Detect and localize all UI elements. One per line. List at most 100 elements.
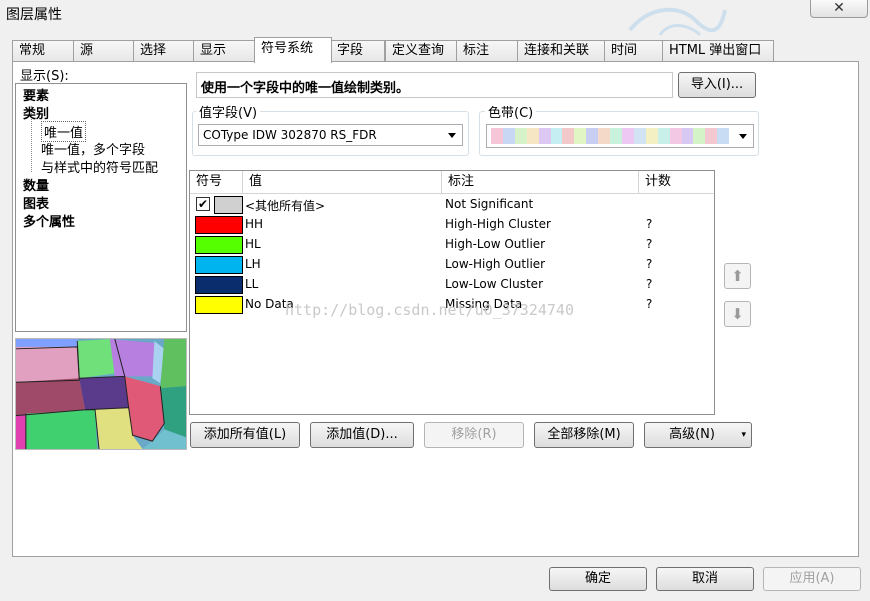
- tab-symbology[interactable]: 符号系统: [254, 37, 332, 63]
- color-ramp-segment: [502, 128, 515, 144]
- renderer-description: 使用一个字段中的唯一值绘制类别。: [196, 72, 673, 98]
- remove-all-button[interactable]: 全部移除(M): [534, 422, 634, 448]
- ok-button[interactable]: 确定: [549, 567, 647, 591]
- color-ramp-segment: [621, 128, 634, 144]
- apply-button[interactable]: 应用(A): [763, 567, 861, 591]
- color-ramp-segment: [705, 128, 718, 144]
- tree-item-unique-values-many-fields[interactable]: 唯一值，多个字段: [41, 139, 145, 158]
- value-field-select[interactable]: COType IDW 302870 RS_FDR: [198, 124, 463, 146]
- color-ramp-segment: [717, 128, 730, 144]
- close-icon: ✕: [833, 0, 845, 16]
- chevron-down-icon: [448, 133, 456, 138]
- value-cell: <其他所有值>: [245, 199, 326, 213]
- header-symbol[interactable]: 符号: [190, 171, 243, 194]
- symbology-preview-image: [15, 338, 187, 450]
- show-label: 显示(S):: [20, 69, 69, 84]
- table-row[interactable]: HH High-High Cluster?: [190, 215, 714, 235]
- tree-item-features[interactable]: 要素: [23, 85, 49, 104]
- value-cell: LL: [245, 277, 259, 291]
- label-cell[interactable]: High-Low Outlier: [445, 237, 545, 251]
- dropdown-arrow-icon: ▾: [741, 430, 746, 440]
- color-ramp-segment: [550, 128, 563, 144]
- color-ramp-label: 色带(C): [485, 102, 537, 121]
- header-value[interactable]: 值: [243, 171, 442, 194]
- move-up-button[interactable]: ⬆: [724, 263, 751, 289]
- tree-item-match-style[interactable]: 与样式中的符号匹配: [41, 157, 158, 176]
- count-cell: ?: [646, 237, 653, 251]
- close-button[interactable]: ✕: [810, 0, 868, 18]
- table-row[interactable]: LH Low-High Outlier?: [190, 255, 714, 275]
- tab-html-popup[interactable]: HTML 弹出窗口: [662, 40, 774, 62]
- tree-item-charts[interactable]: 图表: [23, 193, 49, 212]
- tab-joins-relates[interactable]: 连接和关联: [517, 40, 606, 62]
- show-other-values-checkbox[interactable]: ✔: [196, 197, 210, 211]
- background-decoration: [628, 7, 727, 37]
- symbol-swatch[interactable]: [195, 276, 243, 294]
- arrow-down-icon: ⬇: [731, 305, 744, 323]
- advanced-button[interactable]: 高级(N) ▾: [644, 422, 752, 448]
- tree-item-categories[interactable]: 类别: [23, 103, 49, 122]
- tab-display[interactable]: 显示: [193, 40, 258, 62]
- color-ramp-segment: [610, 128, 622, 144]
- symbol-swatch[interactable]: [195, 236, 243, 254]
- add-values-button[interactable]: 添加值(D)...: [310, 422, 414, 448]
- color-ramp-segment: [633, 128, 646, 144]
- window-title: 图层属性: [6, 7, 62, 23]
- value-cell: LH: [245, 257, 261, 271]
- add-all-values-button[interactable]: 添加所有值(L): [190, 422, 300, 448]
- import-button[interactable]: 导入(I)...: [678, 72, 756, 98]
- color-ramp-segment: [514, 128, 527, 144]
- label-cell[interactable]: Low-High Outlier: [445, 257, 545, 271]
- value-cell: HL: [245, 237, 261, 251]
- color-ramp-segment: [645, 128, 658, 144]
- table-row[interactable]: ✔ <其他所有值> Not Significant: [190, 195, 714, 215]
- color-ramp-segment: [681, 128, 694, 144]
- tab-time[interactable]: 时间: [604, 40, 663, 62]
- color-ramp-segment: [586, 128, 599, 144]
- color-ramp-segment: [574, 128, 587, 144]
- count-cell: ?: [646, 217, 653, 231]
- tab-selection[interactable]: 选择: [133, 40, 194, 62]
- tree-item-multiple-attributes[interactable]: 多个属性: [23, 211, 75, 230]
- tab-general[interactable]: 常规: [12, 40, 74, 62]
- label-cell[interactable]: Low-Low Cluster: [445, 277, 543, 291]
- count-cell: ?: [646, 297, 653, 311]
- header-label[interactable]: 标注: [442, 171, 639, 194]
- value-field-value: COType IDW 302870 RS_FDR: [203, 128, 377, 142]
- symbol-swatch[interactable]: [195, 256, 243, 274]
- symbol-swatch[interactable]: [214, 196, 243, 214]
- tree-item-quantities[interactable]: 数量: [23, 175, 49, 194]
- symbol-value-table[interactable]: 符号 值 标注 计数 ✔ <其他所有值> Not Significant HH High…: [189, 170, 715, 415]
- table-row[interactable]: LL Low-Low Cluster?: [190, 275, 714, 295]
- value-field-label: 值字段(V): [196, 102, 261, 121]
- color-ramp-segment: [562, 128, 575, 144]
- move-down-button[interactable]: ⬇: [724, 301, 751, 327]
- color-ramp-segment: [526, 128, 539, 144]
- tab-labels[interactable]: 标注: [456, 40, 518, 62]
- count-cell: ?: [646, 277, 653, 291]
- color-ramp-segment: [657, 128, 670, 144]
- color-ramp-segment: [538, 128, 551, 144]
- label-cell[interactable]: High-High Cluster: [445, 217, 551, 231]
- symbol-swatch[interactable]: [195, 296, 243, 314]
- tab-fields[interactable]: 字段: [330, 40, 385, 62]
- color-ramp-select[interactable]: [486, 124, 754, 148]
- advanced-label: 高级(N): [669, 427, 715, 442]
- color-ramp-segment: [598, 128, 611, 144]
- color-ramp-segment: [491, 128, 503, 144]
- color-ramp-segment: [693, 128, 706, 144]
- count-cell: ?: [646, 257, 653, 271]
- arrow-up-icon: ⬆: [731, 267, 744, 285]
- remove-button[interactable]: 移除(R): [424, 422, 524, 448]
- symbol-swatch[interactable]: [195, 216, 243, 234]
- table-row[interactable]: HL High-Low Outlier?: [190, 235, 714, 255]
- label-cell[interactable]: Not Significant: [445, 197, 533, 211]
- color-ramp-segment: [669, 128, 682, 144]
- chevron-down-icon: [739, 134, 747, 139]
- value-cell: HH: [245, 217, 264, 231]
- tab-definition-query[interactable]: 定义查询: [385, 40, 457, 62]
- header-count[interactable]: 计数: [639, 171, 714, 194]
- renderer-tree[interactable]: 要素 类别 唯一值 唯一值，多个字段 与样式中的符号匹配 数量 图表 多个属性: [15, 83, 187, 332]
- color-ramp-swatch: [491, 128, 730, 144]
- cancel-button[interactable]: 取消: [656, 567, 754, 591]
